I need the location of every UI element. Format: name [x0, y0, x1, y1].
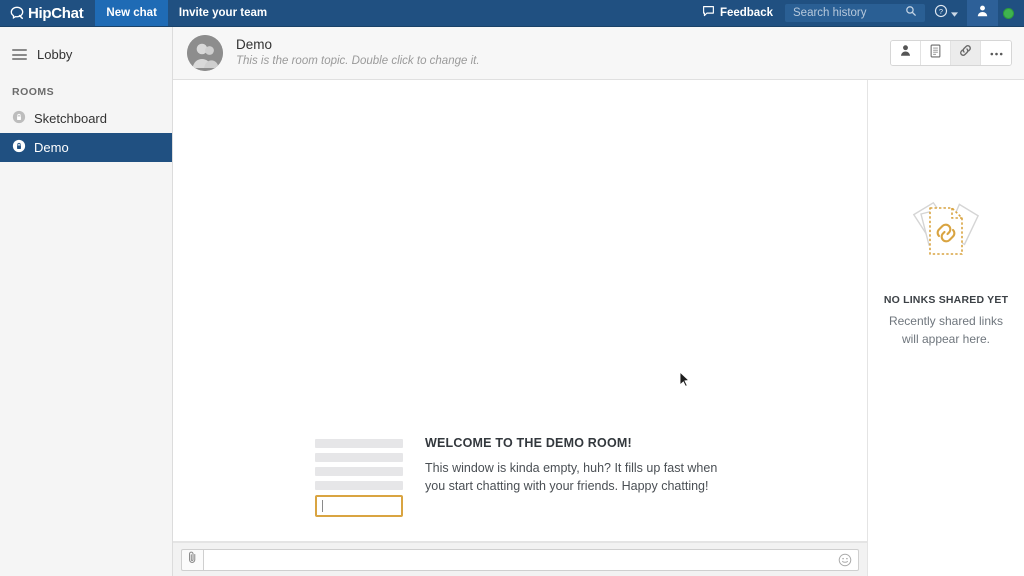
status-dot-icon: [1003, 7, 1014, 19]
sidebar-item-sketchboard[interactable]: Sketchboard: [0, 104, 172, 133]
links-button[interactable]: [951, 41, 981, 65]
paperclip-icon: [187, 550, 198, 569]
empty-state-subtitle: Recently shared links will appear here.: [888, 314, 1004, 346]
feedback-label: Feedback: [719, 7, 773, 19]
search-history-field[interactable]: [785, 4, 925, 22]
chat-column: WELCOME TO THE DEMO ROOM! This window is…: [173, 80, 867, 576]
message-input-wrapper[interactable]: [203, 548, 859, 571]
message-list[interactable]: WELCOME TO THE DEMO ROOM! This window is…: [173, 80, 867, 542]
user-avatar-button[interactable]: [967, 0, 998, 26]
speech-bubble-icon: [702, 5, 715, 21]
person-avatar-icon: [187, 35, 223, 71]
chevron-down-icon: [951, 4, 958, 22]
search-icon[interactable]: [905, 4, 917, 22]
question-circle-icon: ?: [934, 4, 948, 23]
lock-circle-icon: [12, 139, 26, 156]
person-icon: [899, 44, 912, 62]
empty-state-title: NO LINKS SHARED YET: [883, 294, 1009, 306]
main-content: Demo This is the room topic. Double clic…: [173, 27, 1024, 576]
room-title-block: Demo This is the room topic. Double clic…: [236, 36, 480, 70]
placeholder-input-graphic: [315, 495, 403, 517]
welcome-title: WELCOME TO THE DEMO ROOM!: [425, 436, 632, 450]
sidebar-section-rooms: ROOMS: [12, 86, 55, 98]
hipchat-window: HipChat New chat Invite your team Feedba…: [0, 0, 1024, 576]
message-input[interactable]: [210, 552, 838, 567]
sidebar-item-demo[interactable]: Demo: [0, 133, 172, 162]
ellipsis-icon: [989, 44, 1004, 62]
invite-team-button[interactable]: Invite your team: [168, 0, 278, 26]
sidebar-item-lobby[interactable]: Lobby: [0, 41, 172, 68]
link-icon: [958, 43, 973, 63]
help-menu-button[interactable]: ?: [925, 0, 967, 26]
chat-placeholder-illustration: [315, 436, 403, 517]
svg-text:?: ?: [939, 6, 943, 15]
attach-file-button[interactable]: [181, 548, 203, 571]
sidebar: Lobby ROOMS Sketchboard Demo: [0, 27, 173, 576]
chat-and-sidepanel: WELCOME TO THE DEMO ROOM! This window is…: [173, 80, 1024, 576]
person-icon: [976, 4, 989, 22]
top-navigation-bar: HipChat New chat Invite your team Feedba…: [0, 0, 1024, 27]
welcome-empty-state: WELCOME TO THE DEMO ROOM! This window is…: [173, 436, 867, 517]
speech-bubble-icon: [10, 6, 24, 20]
lobby-label: Lobby: [37, 47, 73, 62]
brand-name: HipChat: [28, 4, 84, 22]
room-name: Demo: [236, 37, 273, 53]
people-button[interactable]: [891, 41, 921, 65]
hipchat-logo[interactable]: HipChat: [0, 0, 95, 26]
room-topic[interactable]: This is the room topic. Double click to …: [236, 54, 480, 70]
welcome-body: This window is kinda empty, huh? It fill…: [425, 461, 718, 494]
app-body: Lobby ROOMS Sketchboard Demo Demo This i…: [0, 27, 1024, 576]
link-cards-illustration: [905, 192, 987, 270]
smiley-icon[interactable]: [838, 553, 852, 567]
mouse-cursor: [679, 370, 691, 389]
feedback-button[interactable]: Feedback: [690, 0, 785, 26]
more-button[interactable]: [981, 41, 1011, 65]
message-composer: [173, 542, 867, 576]
sidebar-item-label: Demo: [34, 140, 69, 155]
top-bar-right-group: Feedback ?: [690, 0, 1024, 26]
room-action-buttons: [890, 40, 1012, 66]
room-avatar: [187, 35, 223, 71]
new-chat-button[interactable]: New chat: [95, 0, 168, 26]
search-input[interactable]: [793, 7, 905, 19]
presence-status-button[interactable]: [998, 0, 1024, 26]
files-button[interactable]: [921, 41, 951, 65]
lock-circle-icon: [12, 110, 26, 127]
sidebar-item-label: Sketchboard: [34, 111, 107, 126]
room-header: Demo This is the room topic. Double clic…: [173, 27, 1024, 80]
links-side-panel: NO LINKS SHARED YET Recently shared link…: [867, 80, 1024, 576]
hamburger-icon: [12, 49, 27, 60]
document-icon: [929, 44, 942, 63]
welcome-text-block: WELCOME TO THE DEMO ROOM! This window is…: [425, 436, 725, 517]
